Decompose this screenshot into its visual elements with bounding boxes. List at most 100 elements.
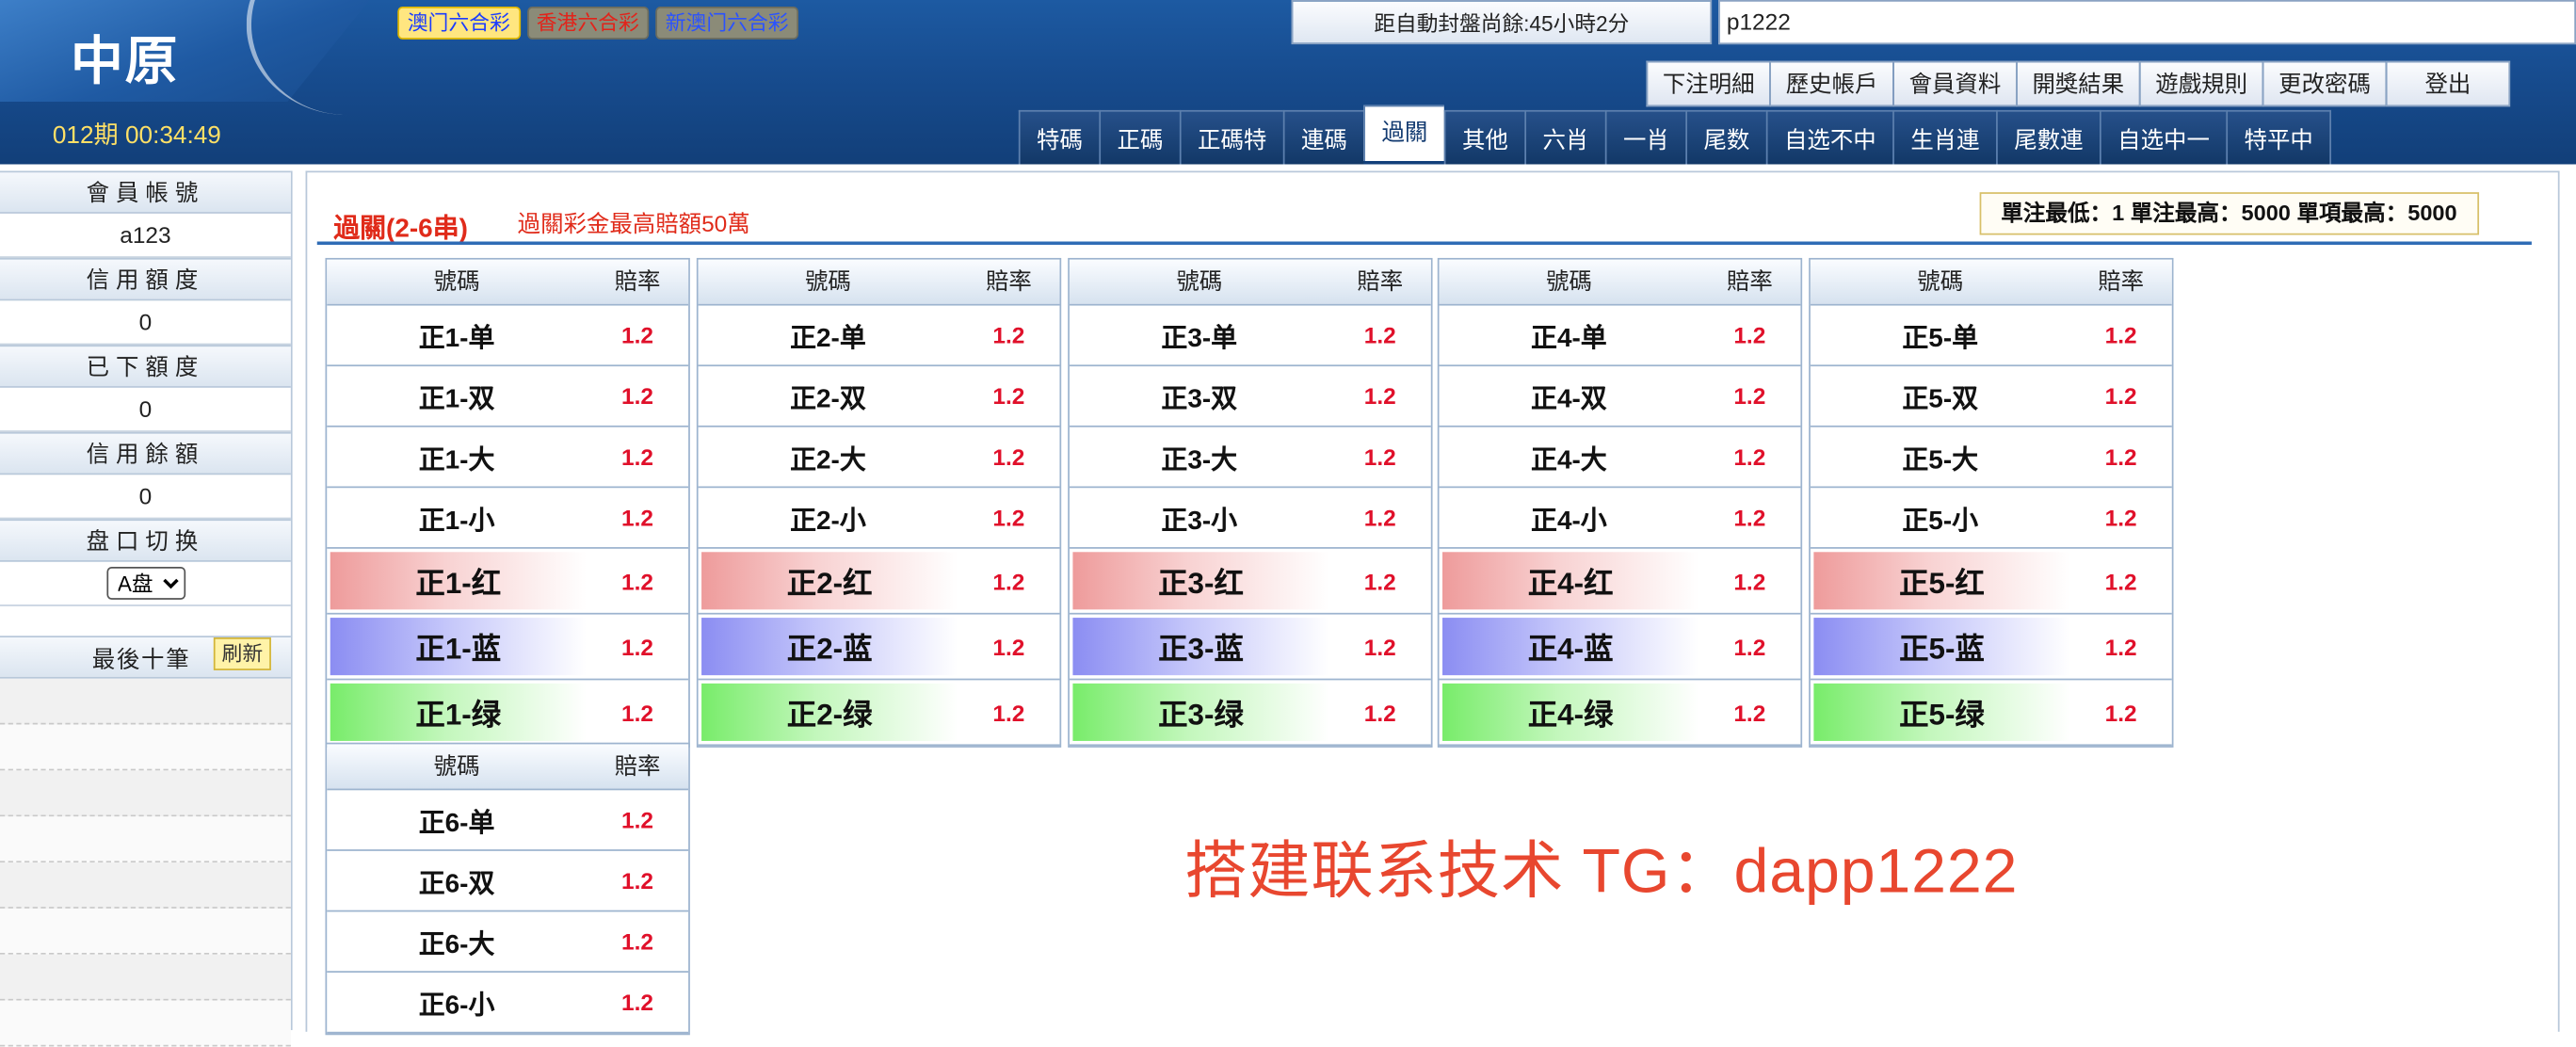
bet-option-name[interactable]: 正2-红 [701, 552, 958, 610]
bet-option-odds[interactable]: 1.2 [958, 443, 1059, 470]
lottery-tab-hongkong[interactable]: 香港六合彩 [526, 6, 650, 40]
bet-option-row[interactable]: 正5-绿 1.2 [1810, 680, 2172, 747]
tab-custom-hit-one[interactable]: 自选中一 [2099, 109, 2227, 165]
bet-option-name[interactable]: 正5-单 [1811, 306, 2070, 365]
bet-option-odds[interactable]: 1.2 [958, 505, 1059, 531]
bet-option-row[interactable]: 正4-蓝 1.2 [1439, 615, 1801, 681]
bet-option-odds[interactable]: 1.2 [1329, 322, 1431, 348]
bet-option-row[interactable]: 正4-单 1.2 [1439, 306, 1801, 367]
menu-logout[interactable]: 登出 [2385, 60, 2511, 107]
bet-option-odds[interactable]: 1.2 [1329, 443, 1431, 470]
bet-option-row[interactable]: 正5-单 1.2 [1810, 306, 2172, 367]
bet-option-row[interactable]: 正2-大 1.2 [698, 427, 1060, 489]
bet-option-name[interactable]: 正4-红 [1442, 552, 1699, 610]
bet-option-name[interactable]: 正2-小 [699, 488, 958, 547]
bet-option-odds[interactable]: 1.2 [587, 383, 688, 410]
bet-option-row[interactable]: 正3-双 1.2 [1069, 366, 1431, 427]
bet-option-name[interactable]: 正2-双 [699, 366, 958, 426]
bet-option-odds[interactable]: 1.2 [1699, 699, 1800, 725]
bet-option-name[interactable]: 正3-红 [1072, 552, 1329, 610]
bet-option-name[interactable]: 正1-单 [327, 306, 587, 365]
bet-option-row[interactable]: 正3-蓝 1.2 [1069, 615, 1431, 681]
bet-option-odds[interactable]: 1.2 [1699, 568, 1800, 594]
bet-option-row[interactable]: 正6-双 1.2 [327, 851, 689, 912]
bet-option-name[interactable]: 正1-双 [327, 366, 587, 426]
bet-option-row[interactable]: 正4-小 1.2 [1439, 488, 1801, 549]
tab-regular-number[interactable]: 正碼 [1099, 109, 1180, 165]
bet-option-odds[interactable]: 1.2 [587, 928, 688, 955]
bet-option-row[interactable]: 正1-大 1.2 [327, 427, 689, 489]
bet-option-name[interactable]: 正3-小 [1070, 488, 1329, 547]
bet-option-odds[interactable]: 1.2 [1699, 322, 1800, 348]
bet-option-name[interactable]: 正4-小 [1440, 488, 1699, 547]
bet-option-row[interactable]: 正1-绿 1.2 [327, 680, 689, 747]
bet-option-name[interactable]: 正1-绿 [330, 683, 587, 741]
bet-option-name[interactable]: 正1-大 [327, 427, 587, 487]
bet-option-name[interactable]: 正4-大 [1440, 427, 1699, 487]
bet-option-odds[interactable]: 1.2 [2070, 322, 2172, 348]
bet-option-name[interactable]: 正5-小 [1811, 488, 2070, 547]
bet-option-row[interactable]: 正1-双 1.2 [327, 366, 689, 427]
bet-option-odds[interactable]: 1.2 [958, 568, 1059, 594]
menu-bet-details[interactable]: 下注明細 [1646, 60, 1770, 107]
bet-option-name[interactable]: 正2-绿 [701, 683, 958, 741]
bet-option-odds[interactable]: 1.2 [2070, 568, 2172, 594]
bet-option-odds[interactable]: 1.2 [2070, 443, 2172, 470]
bet-option-name[interactable]: 正4-双 [1440, 366, 1699, 426]
bet-option-row[interactable]: 正1-小 1.2 [327, 488, 689, 549]
bet-option-odds[interactable]: 1.2 [587, 699, 688, 725]
bet-option-odds[interactable]: 1.2 [1329, 634, 1431, 660]
menu-history[interactable]: 歷史帳戶 [1769, 60, 1893, 107]
bet-option-odds[interactable]: 1.2 [587, 443, 688, 470]
bet-option-row[interactable]: 正5-小 1.2 [1810, 488, 2172, 549]
bet-option-row[interactable]: 正3-单 1.2 [1069, 306, 1431, 367]
bet-option-row[interactable]: 正2-红 1.2 [698, 549, 1060, 615]
bet-option-row[interactable]: 正4-红 1.2 [1439, 549, 1801, 615]
bet-option-name[interactable]: 正1-小 [327, 488, 587, 547]
bet-option-odds[interactable]: 1.2 [2070, 699, 2172, 725]
tab-one-zodiac[interactable]: 一肖 [1604, 109, 1686, 165]
tab-parlay[interactable]: 過關 [1363, 105, 1444, 162]
bet-option-name[interactable]: 正6-小 [327, 973, 587, 1032]
bet-option-odds[interactable]: 1.2 [1329, 383, 1431, 410]
tab-combo-number[interactable]: 連碼 [1282, 109, 1364, 165]
handicap-select[interactable]: A盘 [105, 566, 185, 600]
bet-option-row[interactable]: 正6-小 1.2 [327, 973, 689, 1034]
bet-option-name[interactable]: 正3-双 [1070, 366, 1329, 426]
tab-special-number[interactable]: 特碼 [1018, 109, 1100, 165]
bet-option-name[interactable]: 正2-单 [699, 306, 958, 365]
bet-option-row[interactable]: 正2-单 1.2 [698, 306, 1060, 367]
bet-option-name[interactable]: 正3-绿 [1072, 683, 1329, 741]
bet-option-odds[interactable]: 1.2 [2070, 505, 2172, 531]
bet-option-name[interactable]: 正2-大 [699, 427, 958, 487]
bet-option-row[interactable]: 正3-红 1.2 [1069, 549, 1431, 615]
bet-option-odds[interactable]: 1.2 [587, 867, 688, 894]
tab-zodiac-combo[interactable]: 生肖連 [1892, 109, 1997, 165]
bet-option-row[interactable]: 正5-蓝 1.2 [1810, 615, 2172, 681]
refresh-button[interactable]: 刷新 [213, 637, 271, 670]
bet-option-row[interactable]: 正2-双 1.2 [698, 366, 1060, 427]
menu-change-password[interactable]: 更改密碼 [2262, 60, 2386, 107]
bet-option-row[interactable]: 正4-大 1.2 [1439, 427, 1801, 489]
menu-member-info[interactable]: 會員資料 [1892, 60, 2016, 107]
bet-option-name[interactable]: 正4-单 [1440, 306, 1699, 365]
bet-option-odds[interactable]: 1.2 [587, 807, 688, 833]
bet-option-odds[interactable]: 1.2 [1329, 568, 1431, 594]
bet-option-name[interactable]: 正5-绿 [1813, 683, 2070, 741]
bet-option-name[interactable]: 正3-单 [1070, 306, 1329, 365]
bet-option-row[interactable]: 正2-蓝 1.2 [698, 615, 1060, 681]
tab-regular-special[interactable]: 正碼特 [1179, 109, 1283, 165]
bet-option-name[interactable]: 正4-绿 [1442, 683, 1699, 741]
bet-option-odds[interactable]: 1.2 [958, 699, 1059, 725]
tab-tail-number[interactable]: 尾数 [1685, 109, 1766, 165]
bet-option-odds[interactable]: 1.2 [1329, 505, 1431, 531]
bet-option-odds[interactable]: 1.2 [958, 383, 1059, 410]
bet-option-odds[interactable]: 1.2 [587, 505, 688, 531]
bet-option-odds[interactable]: 1.2 [1699, 443, 1800, 470]
tab-tail-combo[interactable]: 尾數連 [1996, 109, 2100, 165]
bet-option-row[interactable]: 正6-大 1.2 [327, 911, 689, 973]
bet-option-name[interactable]: 正6-双 [327, 851, 587, 910]
bet-option-odds[interactable]: 1.2 [958, 634, 1059, 660]
bet-option-name[interactable]: 正4-蓝 [1442, 618, 1699, 676]
tab-other[interactable]: 其他 [1443, 109, 1525, 165]
